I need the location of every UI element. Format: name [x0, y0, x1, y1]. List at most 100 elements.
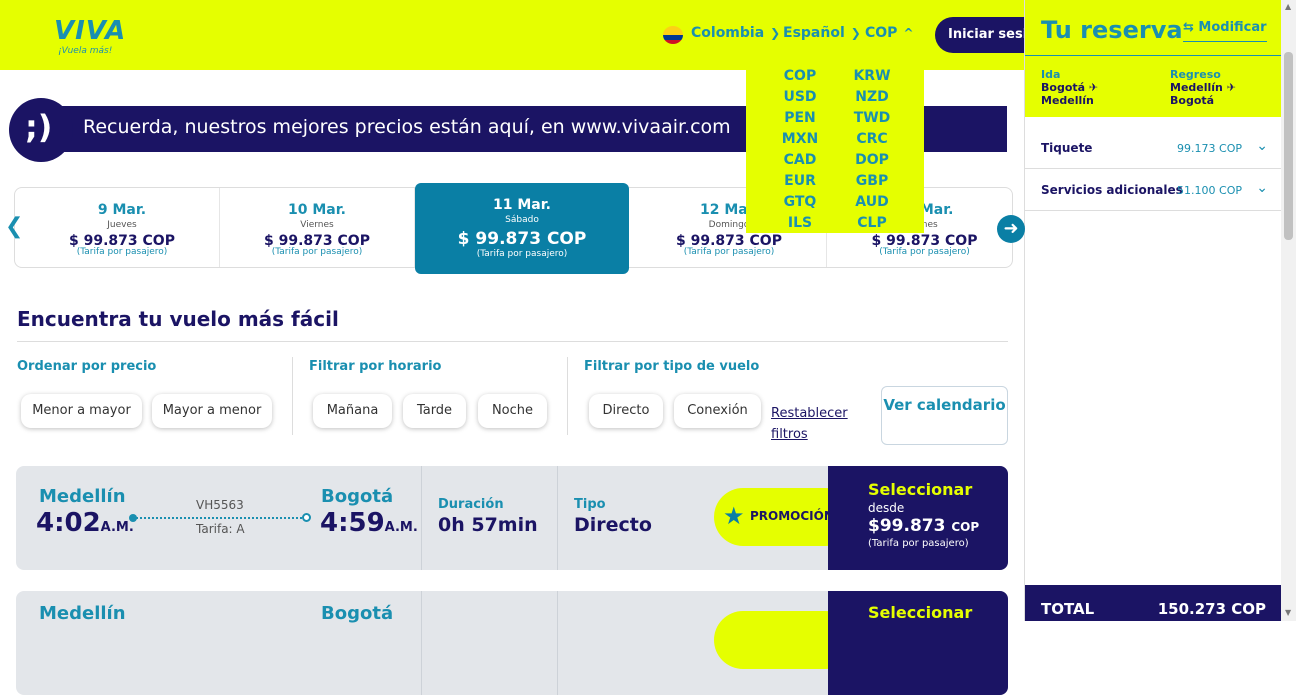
currency-option[interactable]: AUD — [836, 194, 908, 215]
total-label: TOTAL — [1041, 600, 1095, 618]
ticket-value: 99.173 COP — [1177, 142, 1242, 155]
reset-filters-link[interactable]: Restablecer filtros — [771, 403, 861, 445]
route-line — [133, 517, 305, 519]
currency-option[interactable]: TWD — [836, 110, 908, 131]
language-label: Español — [783, 25, 845, 41]
reservation-title: Tu reserva — [1041, 16, 1183, 44]
currency-dropdown: COP KRW USD NZD PEN TWD MXN CRC CAD DOP … — [746, 68, 924, 233]
return-summary: Regreso Medellín ✈ Bogotá — [1170, 68, 1236, 107]
select-flight-button[interactable]: Seleccionar — [828, 591, 1008, 695]
departure-time: 4:02A.M. — [36, 508, 134, 538]
outbound-to: Medellín — [1041, 94, 1094, 107]
currency-option[interactable]: PEN — [764, 110, 836, 131]
language-selector[interactable]: Español ❯ — [783, 25, 861, 41]
origin-city: Medellín — [39, 486, 126, 507]
filter-connection-button[interactable]: Conexión — [674, 394, 761, 428]
logo-wordmark: VIVA — [54, 16, 127, 46]
filter-morning-button[interactable]: Mañana — [313, 394, 392, 428]
previous-dates-arrow-icon[interactable]: ❮ — [5, 214, 29, 240]
sort-asc-button[interactable]: Menor a mayor — [21, 394, 142, 428]
viva-logo[interactable]: VIVA ¡Vuela más! — [54, 16, 126, 56]
date-weekday: Sábado — [505, 215, 539, 225]
return-from-city: Medellín — [1170, 81, 1223, 94]
date-weekday: Jueves — [107, 220, 137, 230]
arrival-time: 4:59A.M. — [320, 508, 418, 538]
date-option[interactable]: 10 Mar. Viernes $ 99.873 COP (Tarifa por… — [220, 188, 415, 267]
return-from: Medellín ✈ — [1170, 81, 1236, 94]
extras-row[interactable]: Servicios adicionales 51.100 COP ⌄ — [1025, 169, 1282, 211]
banner-text: Recuerda, nuestros mejores precios están… — [83, 116, 731, 138]
star-icon: ★ — [723, 502, 745, 530]
price-note: (Tarifa por pasajero) — [868, 538, 969, 549]
country-selector[interactable]: Colombia ❯ — [691, 25, 780, 41]
date-option-selected[interactable]: 11 Mar. Sábado $ 99.873 COP (Tarifa por … — [415, 183, 629, 274]
fare-class: Tarifa: A — [196, 522, 245, 536]
modify-button[interactable]: ⇆ Modificar — [1183, 20, 1267, 42]
arrival-hour: 4:59 — [320, 508, 385, 538]
currency-option[interactable]: GTQ — [764, 194, 836, 215]
currency-option[interactable]: DOP — [836, 152, 908, 173]
scroll-down-icon[interactable]: ▼ — [1285, 608, 1291, 617]
reservation-panel: Tu reserva ⇆ Modificar Ida Bogotá ✈ Mede… — [1024, 0, 1282, 621]
next-dates-arrow-icon[interactable]: ➜ — [997, 215, 1025, 243]
modify-label: Modificar — [1198, 20, 1267, 35]
from-label: desde — [868, 501, 905, 515]
route-end-dot — [302, 513, 311, 522]
filter-afternoon-button[interactable]: Tarde — [403, 394, 466, 428]
reservation-header: Tu reserva ⇆ Modificar Ida Bogotá ✈ Mede… — [1025, 0, 1282, 117]
currency-label: COP — [865, 25, 898, 41]
currency-option[interactable]: USD — [764, 89, 836, 110]
currency-option[interactable]: CLP — [836, 215, 908, 236]
departure-hour: 4:02 — [36, 508, 101, 538]
currency-option[interactable]: KRW — [836, 68, 908, 89]
scroll-up-icon[interactable]: ▲ — [1285, 2, 1291, 11]
price-currency: COP — [951, 520, 980, 534]
outbound-from: Bogotá ✈ — [1041, 81, 1098, 94]
colombia-flag-icon — [663, 26, 683, 44]
currency-option[interactable]: EUR — [764, 173, 836, 194]
divider — [292, 357, 293, 435]
scrollbar-thumb[interactable] — [1284, 52, 1293, 240]
total-value: 150.273 COP — [1157, 600, 1266, 618]
currency-option[interactable]: NZD — [836, 89, 908, 110]
extras-value: 51.100 COP — [1177, 184, 1242, 197]
smile-wink-icon: ;) — [9, 98, 73, 162]
date-option[interactable]: 9 Mar. Jueves $ 99.873 COP (Tarifa por p… — [25, 188, 220, 267]
date-price-note: (Tarifa por pasajero) — [476, 249, 568, 259]
outbound-label: Ida — [1041, 68, 1061, 81]
sort-desc-button[interactable]: Mayor a menor — [152, 394, 272, 428]
chevron-down-icon: ⌄ — [1256, 180, 1268, 196]
total-bar: TOTAL 150.273 COP — [1025, 585, 1282, 621]
flight-card: Medellín 4:02A.M. VH5563 Tarifa: A Bogot… — [16, 466, 1008, 570]
scrollbar[interactable]: ▲ ▼ — [1281, 0, 1296, 621]
date-weekday: Viernes — [300, 220, 334, 230]
currency-option[interactable]: ILS — [764, 215, 836, 236]
divider — [557, 591, 558, 695]
outbound-summary: Ida Bogotá ✈ Medellín — [1041, 68, 1098, 107]
arrival-ampm: A.M. — [384, 520, 418, 535]
view-calendar-button[interactable]: Ver calendario — [881, 386, 1008, 445]
filter-time-label: Filtrar por horario — [309, 359, 442, 374]
divider — [17, 341, 1008, 342]
currency-option[interactable]: GBP — [836, 173, 908, 194]
ticket-row[interactable]: Tiquete 99.173 COP ⌄ — [1025, 127, 1282, 169]
date-day: 9 Mar. — [97, 202, 147, 218]
currency-option[interactable]: COP — [764, 68, 836, 89]
chevron-down-icon: ❯ — [770, 26, 781, 40]
flight-code: VH5563 — [196, 498, 244, 512]
date-day: 11 Mar. — [493, 197, 551, 213]
currency-option[interactable]: CRC — [836, 131, 908, 152]
plane-icon: ✈ — [1088, 81, 1099, 94]
currency-option[interactable]: CAD — [764, 152, 836, 173]
currency-option[interactable]: MXN — [764, 131, 836, 152]
type-value: Directo — [574, 514, 652, 536]
divider — [421, 591, 422, 695]
currency-selector[interactable]: COP ^ — [865, 25, 914, 41]
filter-night-button[interactable]: Noche — [478, 394, 547, 428]
select-flight-button[interactable]: Seleccionar desde $99.873 COP (Tarifa po… — [828, 466, 1008, 570]
outbound-from-city: Bogotá — [1041, 81, 1086, 94]
date-price-note: (Tarifa por pasajero) — [683, 247, 775, 257]
flight-card: Medellín Bogotá Seleccionar — [16, 591, 1008, 695]
filter-direct-button[interactable]: Directo — [589, 394, 663, 428]
sort-price-label: Ordenar por precio — [17, 359, 157, 374]
